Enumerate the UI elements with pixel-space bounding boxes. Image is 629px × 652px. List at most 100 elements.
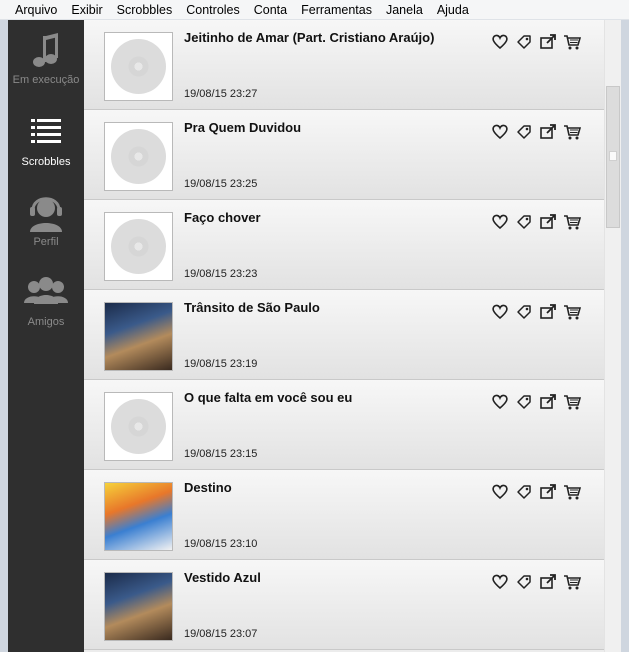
share-icon [540,574,556,589]
sidebar-item-perfil[interactable]: Perfil [8,190,84,270]
menu-scrobbles[interactable]: Scrobbles [110,0,180,20]
row-actions [488,482,584,502]
buy-button[interactable] [560,392,584,412]
menu-exibir[interactable]: Exibir [64,0,109,20]
headphones-user-icon [30,197,62,232]
love-button[interactable] [488,572,512,592]
list-icon [31,119,61,143]
friends-icon [24,277,68,304]
scrobble-row[interactable]: Faço chover 19/08/15 23:23 [84,200,604,290]
scrobble-timestamp: 19/08/15 23:23 [184,268,258,280]
sidebar-item-amigos[interactable]: Amigos [8,270,84,350]
love-button[interactable] [488,392,512,412]
love-button[interactable] [488,482,512,502]
row-actions [488,302,584,322]
love-icon [492,124,508,140]
tag-button[interactable] [512,572,536,592]
window-frame-left [0,20,8,652]
album-placeholder [104,32,173,101]
track-title[interactable]: Destino [184,480,484,495]
tag-button[interactable] [512,392,536,412]
disc-icon [111,219,166,274]
love-button[interactable] [488,122,512,142]
buy-button[interactable] [560,32,584,52]
tag-icon [517,125,531,139]
buy-button[interactable] [560,302,584,322]
track-title[interactable]: Pra Quem Duvidou [184,120,484,135]
share-button[interactable] [536,32,560,52]
menu-bar: Arquivo Exibir Scrobbles Controles Conta… [0,0,629,20]
track-title[interactable]: Vestido Azul [184,570,484,585]
disc-icon [111,399,166,454]
love-button[interactable] [488,32,512,52]
menu-ajuda[interactable]: Ajuda [430,0,476,20]
share-icon [540,214,556,229]
buy-button[interactable] [560,122,584,142]
scrobble-row[interactable]: Trânsito de São Paulo 19/08/15 23:19 [84,290,604,380]
buy-button[interactable] [560,212,584,232]
album-placeholder [104,392,173,461]
share-button[interactable] [536,212,560,232]
buy-button[interactable] [560,482,584,502]
scrobble-timestamp: 19/08/15 23:10 [184,538,258,550]
share-icon [540,304,556,319]
row-actions [488,392,584,412]
menu-arquivo[interactable]: Arquivo [0,0,64,20]
share-icon [540,484,556,499]
scrobble-timestamp: 19/08/15 23:07 [184,628,258,640]
row-actions [488,32,584,52]
buy-cart-icon [564,125,581,140]
sidebar-item-em-execucao[interactable]: Em execução [8,28,84,108]
track-title[interactable]: Jeitinho de Amar (Part. Cristiano Araújo… [184,30,484,45]
album-art [104,572,173,641]
share-button[interactable] [536,572,560,592]
tag-button[interactable] [512,302,536,322]
love-icon [492,394,508,410]
share-button[interactable] [536,122,560,142]
scrobble-row[interactable]: O que falta em você sou eu 19/08/15 23:15 [84,380,604,470]
scrobble-row[interactable]: Vestido Azul 19/08/15 23:07 [84,560,604,650]
scrobble-row[interactable]: Destino 19/08/15 23:10 [84,470,604,560]
menu-conta[interactable]: Conta [247,0,294,20]
tag-button[interactable] [512,212,536,232]
scrollbar-grip [609,151,617,161]
menu-controles[interactable]: Controles [179,0,247,20]
buy-cart-icon [564,215,581,230]
love-button[interactable] [488,212,512,232]
love-icon [492,34,508,50]
scrobble-row[interactable]: Pra Quem Duvidou 19/08/15 23:25 [84,110,604,200]
buy-button[interactable] [560,572,584,592]
tag-icon [517,215,531,229]
buy-cart-icon [564,305,581,320]
love-icon [492,214,508,230]
disc-icon [111,129,166,184]
scrollbar-thumb[interactable] [606,86,620,228]
tag-icon [517,575,531,589]
menu-ferramentas[interactable]: Ferramentas [294,0,379,20]
album-art [104,482,173,551]
scrobble-row[interactable]: Jeitinho de Amar (Part. Cristiano Araújo… [84,20,604,110]
track-title[interactable]: Trânsito de São Paulo [184,300,484,315]
share-button[interactable] [536,302,560,322]
row-actions [488,572,584,592]
album-art [104,302,173,371]
love-icon [492,304,508,320]
sidebar-item-label: Em execução [12,74,80,86]
love-button[interactable] [488,302,512,322]
scrollbar[interactable] [604,20,621,652]
tag-button[interactable] [512,482,536,502]
tag-button[interactable] [512,122,536,142]
row-actions [488,212,584,232]
sidebar-item-scrobbles[interactable]: Scrobbles [8,110,84,190]
track-title[interactable]: O que falta em você sou eu [184,390,484,405]
buy-cart-icon [564,35,581,50]
menu-janela[interactable]: Janela [379,0,430,20]
album-placeholder [104,212,173,281]
love-icon [492,574,508,590]
share-button[interactable] [536,482,560,502]
scrobble-list: Jeitinho de Amar (Part. Cristiano Araújo… [84,20,604,652]
track-title[interactable]: Faço chover [184,210,484,225]
disc-icon [111,39,166,94]
share-button[interactable] [536,392,560,412]
tag-button[interactable] [512,32,536,52]
